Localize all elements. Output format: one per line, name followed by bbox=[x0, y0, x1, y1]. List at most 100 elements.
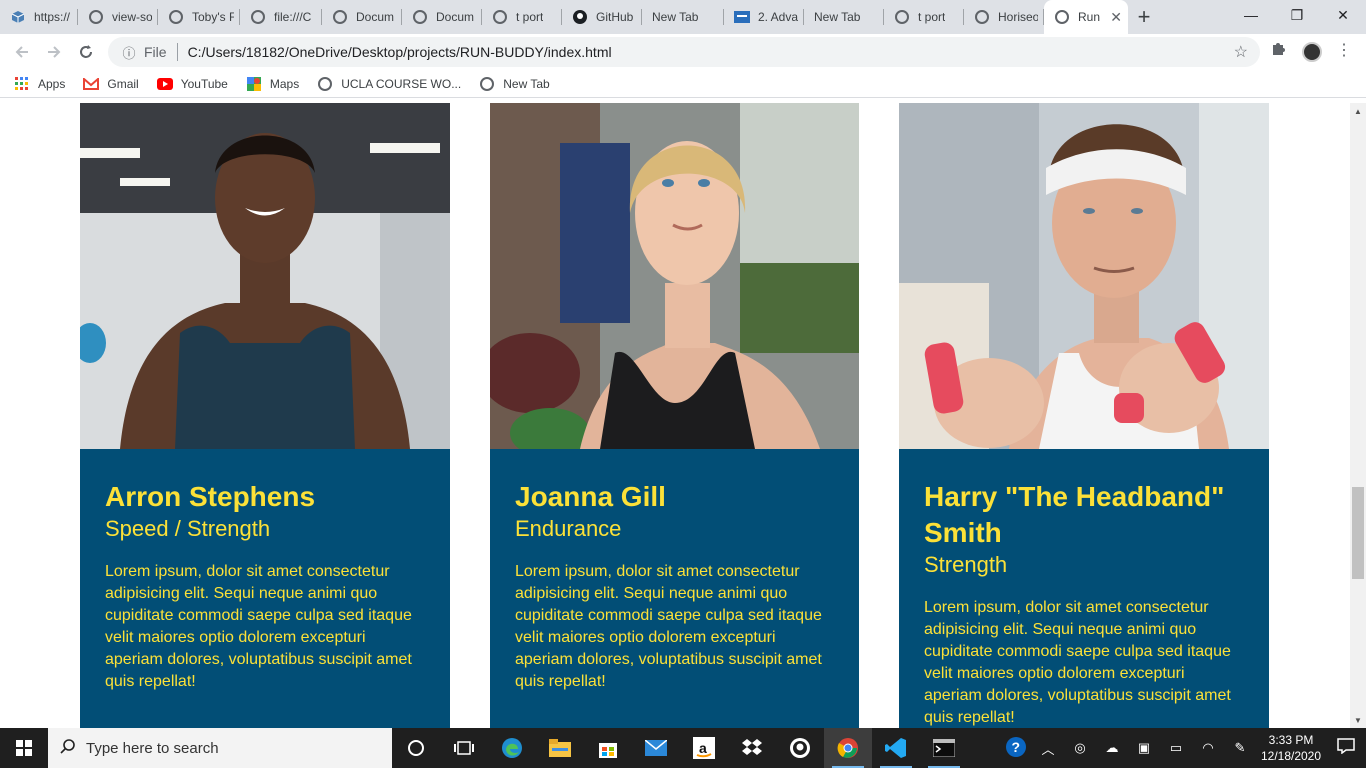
browser-tab-active[interactable]: Run ✕ bbox=[1044, 0, 1128, 34]
search-placeholder: Type here to search bbox=[86, 739, 219, 757]
page-viewport: Arron Stephens Speed / Strength Lorem ip… bbox=[0, 103, 1350, 728]
browser-tab[interactable]: t port bbox=[482, 0, 562, 34]
address-bar[interactable]: ⓘ File C:/Users/18182/OneDrive/Desktop/p… bbox=[108, 37, 1260, 67]
info-icon[interactable]: ⓘ bbox=[114, 43, 144, 62]
battery-icon[interactable]: ▭ bbox=[1160, 740, 1192, 756]
reload-icon[interactable] bbox=[70, 38, 102, 66]
browser-tab[interactable]: GitHub bbox=[562, 0, 642, 34]
minimize-button[interactable]: — bbox=[1228, 0, 1274, 30]
store-icon[interactable] bbox=[584, 728, 632, 768]
edge-icon[interactable] bbox=[488, 728, 536, 768]
vscode-icon[interactable] bbox=[872, 728, 920, 768]
chrome-icon[interactable] bbox=[824, 728, 872, 768]
cube-icon bbox=[10, 9, 26, 25]
mail-icon[interactable] bbox=[632, 728, 680, 768]
chevron-up-icon[interactable]: ︿ bbox=[1032, 739, 1064, 758]
bookmark-new-tab[interactable]: New Tab bbox=[479, 76, 550, 92]
url-text[interactable]: C:/Users/18182/OneDrive/Desktop/projects… bbox=[188, 44, 612, 60]
globe-icon bbox=[479, 76, 495, 92]
new-tab-button[interactable]: + bbox=[1128, 0, 1160, 34]
youtube-icon bbox=[156, 76, 173, 92]
doc-icon bbox=[734, 9, 750, 25]
globe-icon bbox=[168, 9, 184, 25]
scrollbar-thumb[interactable] bbox=[1352, 487, 1364, 579]
window-controls: — ❐ ✕ bbox=[1228, 0, 1366, 34]
amazon-icon[interactable]: a bbox=[680, 728, 728, 768]
close-window-button[interactable]: ✕ bbox=[1320, 0, 1366, 30]
clock-date: 12/18/2020 bbox=[1260, 749, 1322, 763]
forward-arrow-icon[interactable] bbox=[38, 38, 70, 66]
onedrive-icon[interactable]: ☁ bbox=[1096, 740, 1128, 756]
globe-icon bbox=[332, 9, 348, 25]
browser-tab[interactable]: Docum bbox=[402, 0, 482, 34]
browser-tab[interactable]: Horiseo bbox=[964, 0, 1044, 34]
github-icon bbox=[572, 9, 588, 25]
apps-grid-icon bbox=[14, 76, 30, 92]
trainer-bio: Lorem ipsum, dolor sit amet consectetur … bbox=[924, 599, 1231, 726]
browser-tab[interactable]: Toby's F bbox=[158, 0, 240, 34]
bookmark-label: YouTube bbox=[180, 76, 228, 91]
browser-tab[interactable]: New Tab bbox=[804, 0, 884, 34]
tab-label: Horiseo bbox=[998, 10, 1038, 24]
bookmark-label: Apps bbox=[38, 76, 66, 91]
bookmark-youtube[interactable]: YouTube bbox=[156, 76, 228, 92]
file-explorer-icon[interactable] bbox=[536, 728, 584, 768]
network-status-icon[interactable]: ▣ bbox=[1128, 740, 1160, 756]
browser-tab[interactable]: https:// bbox=[0, 0, 78, 34]
scroll-down-arrow-icon[interactable]: ▼ bbox=[1350, 712, 1366, 728]
tab-label: t port bbox=[516, 10, 544, 24]
profile-avatar[interactable] bbox=[1302, 42, 1322, 62]
scroll-up-arrow-icon[interactable]: ▲ bbox=[1350, 103, 1366, 119]
webcam-icon[interactable]: ◎ bbox=[1064, 740, 1096, 756]
page-scrollbar[interactable]: ▲ ▼ bbox=[1350, 103, 1366, 728]
restore-button[interactable]: ❐ bbox=[1274, 0, 1320, 30]
browser-tab[interactable]: view-so bbox=[78, 0, 158, 34]
taskbar-clock[interactable]: 3:33 PM 12/18/2020 bbox=[1256, 732, 1326, 764]
wifi-icon[interactable]: ◠ bbox=[1192, 740, 1224, 756]
browser-tab[interactable]: New Tab bbox=[642, 0, 724, 34]
extensions-puzzle-icon[interactable] bbox=[1270, 41, 1286, 62]
close-tab-icon[interactable]: ✕ bbox=[1102, 9, 1122, 26]
github-desktop-icon[interactable] bbox=[776, 728, 824, 768]
trainer-card: Joanna Gill Endurance Lorem ipsum, dolor… bbox=[490, 103, 859, 728]
browser-toolbar: ⓘ File C:/Users/18182/OneDrive/Desktop/p… bbox=[0, 34, 1366, 70]
task-view-icon[interactable] bbox=[440, 728, 488, 768]
bookmark-label: Maps bbox=[269, 76, 300, 91]
terminal-icon[interactable] bbox=[920, 728, 968, 768]
search-icon bbox=[60, 738, 76, 759]
taskbar-search-box[interactable]: Type here to search bbox=[48, 728, 392, 768]
bookmark-ucla[interactable]: UCLA COURSE WO... bbox=[317, 76, 461, 92]
bookmark-star-icon[interactable]: ☆ bbox=[1234, 42, 1248, 62]
trainer-role: Strength bbox=[924, 552, 1008, 577]
cortana-icon[interactable] bbox=[392, 728, 440, 768]
menu-kebab-icon[interactable]: ⋮ bbox=[1336, 40, 1352, 60]
pen-icon[interactable]: ✎ bbox=[1224, 740, 1256, 756]
notifications-icon[interactable] bbox=[1326, 737, 1366, 759]
bookmark-apps[interactable]: Apps bbox=[14, 76, 65, 92]
bookmarks-bar: Apps Gmail YouTube Maps UCLA COURSE WO..… bbox=[0, 70, 1366, 98]
browser-tab[interactable]: Docum bbox=[322, 0, 402, 34]
globe-icon bbox=[317, 76, 333, 92]
globe-icon bbox=[250, 9, 266, 25]
bookmark-label: New Tab bbox=[503, 76, 550, 91]
bookmark-maps[interactable]: Maps bbox=[246, 76, 299, 92]
browser-tab[interactable]: 2. Adva bbox=[724, 0, 804, 34]
bookmark-label: Gmail bbox=[107, 76, 139, 91]
globe-icon bbox=[412, 9, 428, 25]
back-arrow-icon[interactable] bbox=[6, 38, 38, 66]
windows-start-button[interactable] bbox=[0, 728, 48, 768]
tab-label: https:// bbox=[34, 10, 71, 24]
clock-time: 3:33 PM bbox=[1268, 733, 1314, 747]
tab-strip: https:// view-so Toby's F file:///C Docu… bbox=[0, 0, 1366, 34]
svg-text:?: ? bbox=[1012, 739, 1021, 755]
taskbar-apps: a bbox=[392, 728, 968, 768]
bookmark-label: UCLA COURSE WO... bbox=[341, 76, 462, 91]
tab-label: file:///C bbox=[274, 10, 312, 24]
bookmark-gmail[interactable]: Gmail bbox=[83, 76, 139, 92]
trainer-photo bbox=[80, 103, 450, 449]
help-icon[interactable]: ? bbox=[1000, 736, 1032, 761]
browser-tab[interactable]: t port bbox=[884, 0, 964, 34]
browser-tab[interactable]: file:///C bbox=[240, 0, 322, 34]
dropbox-icon[interactable] bbox=[728, 728, 776, 768]
trainer-card: Harry "The Headband" Smith Strength Lore… bbox=[899, 103, 1269, 728]
